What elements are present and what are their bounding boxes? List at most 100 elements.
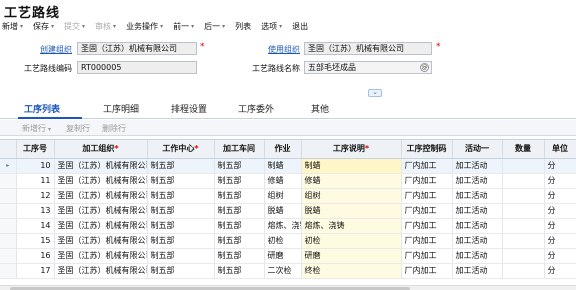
cell-desc[interactable]: 研磨 bbox=[301, 248, 402, 264]
column-header-9[interactable]: 数量 bbox=[502, 140, 545, 159]
cell-org[interactable]: 圣固（江苏）机械有限公司 bbox=[54, 203, 148, 219]
column-header-10[interactable]: 单位 bbox=[544, 140, 576, 159]
cell-job[interactable]: 修蜡 bbox=[264, 173, 302, 189]
toolbar-item-8[interactable]: 选项 ▾ bbox=[261, 21, 282, 32]
row-indicator[interactable] bbox=[0, 173, 17, 189]
cell-seq[interactable]: 16 bbox=[16, 248, 55, 264]
cell-seq[interactable]: 12 bbox=[16, 188, 55, 204]
cell-qty[interactable] bbox=[502, 188, 545, 204]
cell-unit[interactable]: 分 bbox=[544, 188, 576, 204]
row-indicator[interactable] bbox=[0, 263, 17, 279]
cell-act[interactable]: 加工活动 bbox=[452, 233, 503, 249]
cell-unit[interactable]: 分 bbox=[544, 218, 576, 234]
cell-unit[interactable]: 分 bbox=[544, 263, 576, 279]
tab-0[interactable]: 工序列表 bbox=[24, 102, 60, 115]
cell-job[interactable]: 初检 bbox=[264, 233, 302, 249]
create-org-label[interactable]: 创建组织 bbox=[0, 44, 72, 55]
cell-shop[interactable]: 制五部 bbox=[214, 158, 265, 174]
toolbar-item-5[interactable]: 前一 ▾ bbox=[173, 21, 194, 32]
toolbar-item-6[interactable]: 后一 ▾ bbox=[204, 21, 225, 32]
cell-qty[interactable] bbox=[502, 203, 545, 219]
cell-unit[interactable]: 分 bbox=[544, 158, 576, 174]
column-header-5[interactable]: 作业 bbox=[264, 140, 302, 159]
cell-ctrl[interactable]: 厂内加工 bbox=[401, 203, 453, 219]
delete-row-button[interactable]: 删除行 bbox=[102, 123, 126, 134]
cell-desc[interactable]: 熔炼、浇铸 bbox=[301, 218, 402, 234]
tab-4[interactable]: 其他 bbox=[311, 102, 329, 115]
row-indicator[interactable] bbox=[0, 248, 17, 264]
cell-seq[interactable]: 14 bbox=[16, 218, 55, 234]
cell-wc[interactable]: 制五部 bbox=[147, 173, 215, 189]
column-header-1[interactable]: 工序号 bbox=[16, 140, 55, 159]
cell-org[interactable]: 圣固（江苏）机械有限公司 bbox=[54, 233, 148, 249]
toolbar-item-7[interactable]: 列表 bbox=[235, 21, 251, 32]
row-indicator[interactable] bbox=[0, 188, 17, 204]
cell-org[interactable]: 圣固（江苏）机械有限公司 bbox=[54, 173, 148, 189]
cell-qty[interactable] bbox=[502, 218, 545, 234]
cell-act[interactable]: 加工活动 bbox=[452, 263, 503, 279]
use-org-field[interactable]: 圣固（江苏）机械有限公司 bbox=[304, 42, 432, 55]
copy-row-button[interactable]: 复制行 bbox=[66, 123, 90, 134]
table-row[interactable]: 11 圣固（江苏）机械有限公司 制五部 制五部 修蜡 修蜡 厂内加工 加工活动分 bbox=[0, 173, 576, 189]
cell-ctrl[interactable]: 厂内加工 bbox=[401, 263, 453, 279]
cell-desc[interactable]: 脱蜡 bbox=[301, 203, 402, 219]
cell-org[interactable]: 圣固（江苏）机械有限公司 bbox=[54, 248, 148, 264]
cell-act[interactable]: 加工活动 bbox=[452, 173, 503, 189]
column-header-0[interactable] bbox=[0, 140, 17, 159]
cell-qty[interactable] bbox=[502, 233, 545, 249]
column-header-7[interactable]: 工序控制码 bbox=[401, 140, 453, 159]
cell-job[interactable]: 脱蜡 bbox=[264, 203, 302, 219]
cell-wc[interactable]: 制五部 bbox=[147, 188, 215, 204]
row-indicator[interactable] bbox=[0, 203, 17, 219]
cell-seq[interactable]: 15 bbox=[16, 233, 55, 249]
cell-shop[interactable]: 制五部 bbox=[214, 203, 265, 219]
tab-1[interactable]: 工序明细 bbox=[103, 102, 139, 115]
create-org-field[interactable]: 圣固（江苏）机械有限公司 bbox=[77, 42, 197, 55]
cell-act[interactable]: 加工活动 bbox=[452, 218, 503, 234]
cell-qty[interactable] bbox=[502, 173, 545, 189]
cell-seq[interactable]: 10 bbox=[16, 158, 55, 174]
lookup-icon[interactable]: @ bbox=[420, 63, 429, 72]
cell-wc[interactable]: 制五部 bbox=[147, 248, 215, 264]
cell-job[interactable]: 组树 bbox=[264, 188, 302, 204]
route-code-field[interactable]: RT000005 bbox=[77, 61, 197, 74]
cell-job[interactable]: 熔炼、浇铸 bbox=[264, 218, 302, 234]
cell-unit[interactable]: 分 bbox=[544, 173, 576, 189]
cell-org[interactable]: 圣固（江苏）机械有限公司 bbox=[54, 263, 148, 279]
cell-seq[interactable]: 17 bbox=[16, 263, 55, 279]
table-row[interactable]: 13 圣固（江苏）机械有限公司 制五部 制五部 脱蜡 脱蜡 厂内加工 加工活动分 bbox=[0, 203, 576, 219]
cell-unit[interactable]: 分 bbox=[544, 233, 576, 249]
row-indicator[interactable] bbox=[0, 218, 17, 234]
cell-org[interactable]: 圣固（江苏）机械有限公司 bbox=[54, 158, 148, 174]
toolbar-item-4[interactable]: 业务操作 ▾ bbox=[126, 21, 163, 32]
cell-shop[interactable]: 制五部 bbox=[214, 263, 265, 279]
toolbar-item-0[interactable]: 新增 ▾ bbox=[2, 21, 23, 32]
toolbar-item-2[interactable]: 提交 ▾ bbox=[64, 21, 85, 32]
row-indicator[interactable]: ▸ bbox=[0, 158, 17, 174]
cell-wc[interactable]: 制五部 bbox=[147, 203, 215, 219]
table-row[interactable]: 14圣固（江苏）机械有限公司制五部制五部熔炼、浇铸熔炼、浇铸厂内加工加工活动分 bbox=[0, 218, 576, 234]
column-header-8[interactable]: 活动一 bbox=[452, 140, 503, 159]
cell-ctrl[interactable]: 厂内加工 bbox=[401, 248, 453, 264]
collapse-header-button[interactable]: ⌄ bbox=[368, 89, 382, 97]
table-row[interactable]: 17 圣固（江苏）机械有限公司 制五部 制五部 二次检 终检 厂内加工 加工活动分 bbox=[0, 263, 576, 279]
cell-qty[interactable] bbox=[502, 263, 545, 279]
cell-wc[interactable]: 制五部 bbox=[147, 218, 215, 234]
tab-2[interactable]: 排程设置 bbox=[171, 102, 207, 115]
column-header-2[interactable]: 加工组织* bbox=[54, 140, 148, 159]
cell-ctrl[interactable]: 厂内加工 bbox=[401, 218, 453, 234]
cell-shop[interactable]: 制五部 bbox=[214, 218, 265, 234]
cell-org[interactable]: 圣固（江苏）机械有限公司 bbox=[54, 218, 148, 234]
column-header-3[interactable]: 工作中心* bbox=[147, 140, 215, 159]
table-row[interactable]: ▸ 10 圣固（江苏）机械有限公司 制五部 制五部 制蜡 制蜡 厂内加工 加工活动分 bbox=[0, 158, 576, 174]
table-row[interactable]: 16 圣固（江苏）机械有限公司 制五部 制五部 研磨 研磨 厂内加工 加工活动分 bbox=[0, 248, 576, 264]
row-indicator[interactable] bbox=[0, 233, 17, 249]
table-row[interactable]: 15 圣固（江苏）机械有限公司 制五部 制五部 初检 初检 厂内加工 加工活动分 bbox=[0, 233, 576, 249]
cell-ctrl[interactable]: 厂内加工 bbox=[401, 233, 453, 249]
cell-qty[interactable] bbox=[502, 248, 545, 264]
cell-ctrl[interactable]: 厂内加工 bbox=[401, 173, 453, 189]
cell-ctrl[interactable]: 厂内加工 bbox=[401, 158, 453, 174]
cell-shop[interactable]: 制五部 bbox=[214, 188, 265, 204]
cell-act[interactable]: 加工活动 bbox=[452, 248, 503, 264]
cell-wc[interactable]: 制五部 bbox=[147, 233, 215, 249]
